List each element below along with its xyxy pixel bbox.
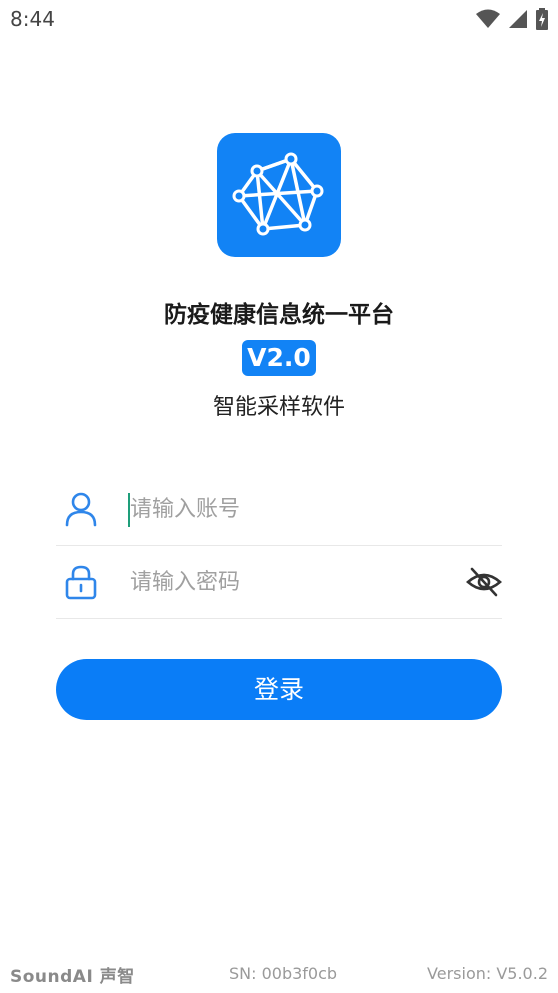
- status-icons: [476, 8, 548, 30]
- account-field: [56, 473, 502, 546]
- user-icon: [65, 492, 97, 527]
- battery-charging-icon: [536, 8, 548, 30]
- password-field: [56, 546, 502, 619]
- eye-hidden-icon[interactable]: [466, 566, 502, 598]
- app-subtitle: 智能采样软件: [212, 395, 345, 420]
- login-button[interactable]: 登录: [56, 659, 502, 720]
- app-version: Version: V5.0.2: [427, 964, 548, 983]
- status-bar: 8:44: [0, 0, 558, 38]
- text-cursor: [128, 493, 130, 527]
- app-title: 防疫健康信息统一平台: [164, 302, 394, 328]
- app-logo: [217, 133, 341, 257]
- password-input[interactable]: [128, 562, 452, 602]
- account-input[interactable]: [128, 489, 452, 529]
- lock-icon: [65, 565, 97, 600]
- version-badge: V2.0: [242, 340, 316, 376]
- serial-number: SN: 00b3f0cb: [229, 964, 338, 983]
- footer: SoundAI 声智 SN: 00b3f0cb Version: V5.0.2: [0, 962, 558, 988]
- soundai-logo: SoundAI 声智: [10, 967, 135, 987]
- wifi-icon: [476, 9, 500, 28]
- cell-signal-icon: [509, 10, 527, 28]
- network-logo-icon: [232, 152, 324, 236]
- status-time: 8:44: [10, 7, 55, 31]
